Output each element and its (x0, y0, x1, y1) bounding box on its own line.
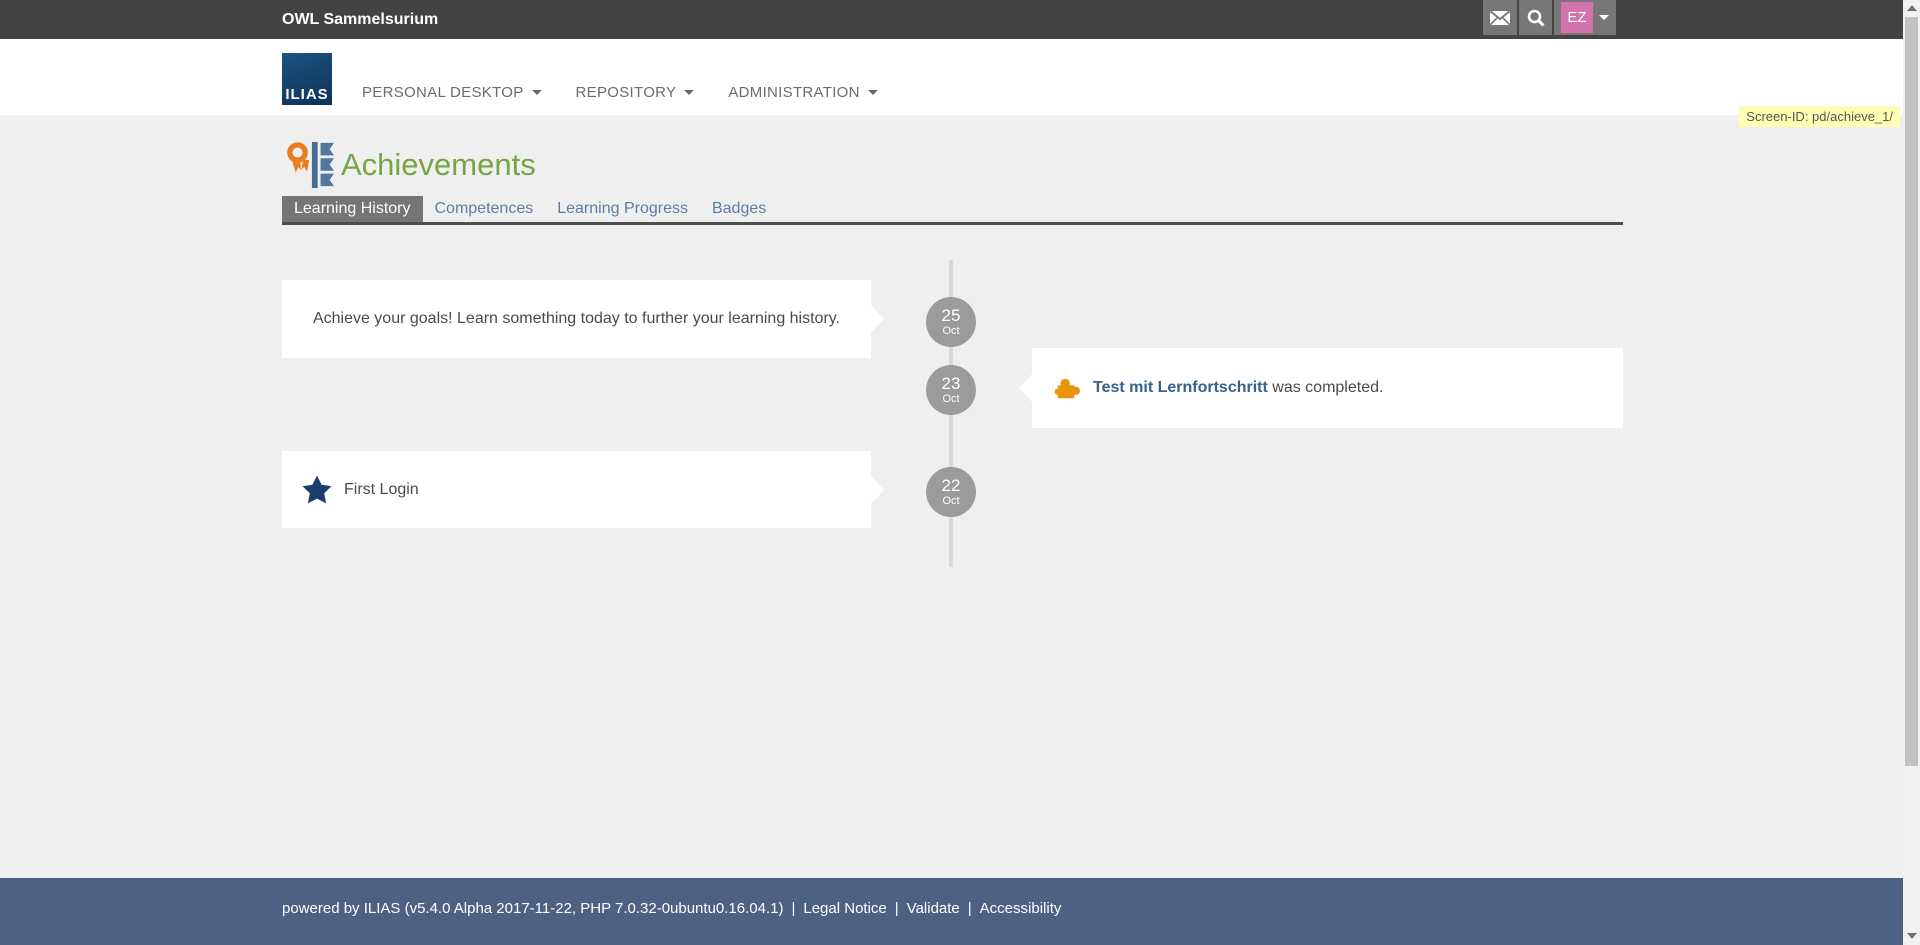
event-suffix: was completed. (1268, 379, 1384, 396)
ilias-logo[interactable]: ILIAS (282, 53, 332, 105)
timeline-month: Oct (942, 325, 959, 337)
footer-powered-by: powered by ILIAS (v5.4.0 Alpha 2017-11-2… (282, 900, 783, 917)
timeline-date-25-oct: 25 Oct (926, 297, 976, 347)
nav-item-personal-desktop[interactable]: PERSONAL DESKTOP (362, 84, 542, 101)
ilias-logo-label: ILIAS (285, 85, 328, 105)
timeline-day: 25 (942, 307, 961, 325)
footer-separator: | (968, 900, 972, 917)
nav-item-label: ADMINISTRATION (728, 84, 859, 101)
chevron-down-icon (1599, 15, 1609, 20)
user-menu-button[interactable]: EZ (1554, 0, 1616, 35)
ilias-achievements-screen: OWL Sammelsurium EZ (0, 0, 1920, 945)
tab-badges[interactable]: Badges (700, 196, 778, 222)
test-link[interactable]: Test mit Lernfortschritt (1093, 379, 1268, 396)
timeline-month: Oct (942, 393, 959, 405)
user-avatar: EZ (1561, 2, 1593, 33)
scrollbar-thumb[interactable] (1905, 17, 1918, 766)
event-text: Test mit Lernfortschritt was completed. (1093, 379, 1383, 397)
tab-learning-history[interactable]: Learning History (282, 196, 423, 222)
footer-content: powered by ILIAS (v5.4.0 Alpha 2017-11-2… (282, 900, 1061, 917)
topbar-buttons: EZ (1483, 0, 1618, 35)
nav-item-label: PERSONAL DESKTOP (362, 84, 524, 101)
card-arrow-right (871, 305, 884, 333)
chevron-down-icon (532, 90, 542, 95)
event-card-test-completed: Test mit Lernfortschritt was completed. (1032, 348, 1623, 428)
goal-message-text: Achieve your goals! Learn something toda… (283, 310, 870, 328)
chevron-down-icon (868, 90, 878, 95)
chevron-down-icon (684, 90, 694, 95)
nav-item-label: REPOSITORY (576, 84, 677, 101)
vertical-scrollbar (1903, 0, 1920, 945)
mail-button[interactable] (1483, 0, 1517, 35)
timeline-date-22-oct: 22 Oct (926, 467, 976, 517)
footer-bar: powered by ILIAS (v5.4.0 Alpha 2017-11-2… (0, 878, 1920, 945)
scrollbar-up-arrow-icon[interactable] (1907, 5, 1917, 11)
accessibility-link[interactable]: Accessibility (980, 900, 1062, 917)
goal-message-card: Achieve your goals! Learn something toda… (282, 280, 871, 358)
nav-item-administration[interactable]: ADMINISTRATION (728, 84, 877, 101)
timeline-month: Oct (942, 495, 959, 507)
tab-competences[interactable]: Competences (423, 196, 546, 222)
tab-bar: Learning History Competences Learning Pr… (282, 196, 1623, 225)
timeline-day: 22 (942, 477, 961, 495)
achievements-badge-icon (286, 139, 334, 196)
card-arrow-right (871, 476, 884, 504)
screen-id-badge: Screen-ID: pd/achieve_1/ (1739, 106, 1900, 127)
installation-title: OWL Sammelsurium (282, 0, 438, 39)
event-card-first-login: First Login (282, 451, 871, 528)
card-arrow-left (1019, 374, 1032, 402)
nav-item-repository[interactable]: REPOSITORY (576, 84, 695, 101)
scrollbar-down-arrow-icon[interactable] (1907, 933, 1917, 939)
magnifier-icon (1527, 9, 1545, 27)
puzzle-icon (1054, 375, 1080, 401)
envelope-icon (1490, 11, 1510, 25)
event-text: First Login (344, 481, 419, 499)
tab-learning-progress[interactable]: Learning Progress (545, 196, 700, 222)
timeline-date-23-oct: 23 Oct (926, 365, 976, 415)
timeline-day: 23 (942, 375, 961, 393)
main-header: ILIAS PERSONAL DESKTOP REPOSITORY ADMINI… (0, 39, 1920, 115)
footer-separator: | (895, 900, 899, 917)
legal-notice-link[interactable]: Legal Notice (803, 900, 886, 917)
footer-separator: | (791, 900, 795, 917)
content-area: Achievements Learning History Competence… (0, 115, 1920, 878)
top-bar: OWL Sammelsurium EZ (0, 0, 1920, 39)
main-navigation: PERSONAL DESKTOP REPOSITORY ADMINISTRATI… (362, 39, 878, 115)
star-icon (302, 475, 332, 504)
search-button[interactable] (1519, 0, 1552, 35)
page-title: Achievements (341, 139, 536, 191)
validate-link[interactable]: Validate (907, 900, 960, 917)
